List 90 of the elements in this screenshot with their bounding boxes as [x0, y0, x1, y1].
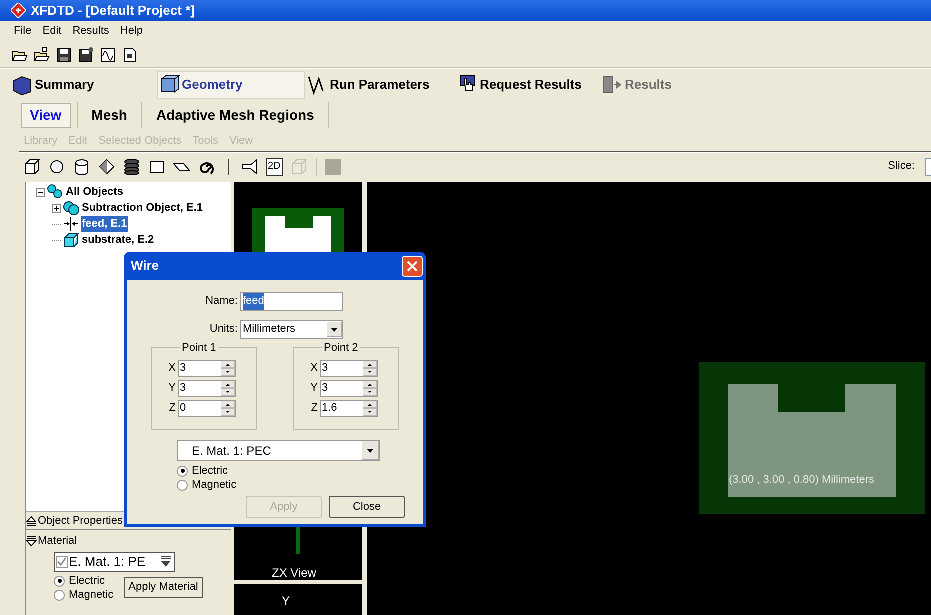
axis-label: Y [310, 381, 319, 396]
cube-icon [63, 232, 79, 248]
menu-item[interactable]: Help [120, 23, 144, 40]
spin-field[interactable]: 3 [178, 380, 236, 397]
spin-field[interactable]: 3 [178, 360, 236, 377]
main-tab[interactable]: Geometry [157, 70, 305, 98]
waveform-icon[interactable] [100, 46, 116, 62]
view-label: ZX View [272, 565, 316, 582]
coordinate-readout: (3.00 , 3.00 , 0.80) Millimeters [729, 473, 875, 488]
material-dropdown[interactable]: E. Mat. 1: PE [54, 552, 175, 572]
sub-tab[interactable]: Adaptive Mesh Regions [148, 102, 322, 128]
spin-field[interactable]: 3 [320, 380, 378, 397]
document-icon[interactable] [122, 46, 138, 62]
checkbox[interactable] [56, 556, 68, 568]
spinner-icon[interactable] [221, 381, 235, 396]
apply-material-button[interactable]: Apply Material [124, 577, 204, 598]
shapes-icon [63, 200, 79, 216]
sphere-icon[interactable] [48, 158, 66, 176]
hand-pointer-icon [458, 74, 478, 94]
slice-field[interactable] [925, 158, 931, 176]
slice-label: Slice: [888, 159, 915, 174]
collapse-toggle[interactable] [36, 188, 45, 196]
radio-label: Electric [69, 574, 106, 589]
cube-icon [160, 74, 180, 94]
collapse-up-icon[interactable] [26, 516, 37, 526]
main-tab[interactable]: Request Results [455, 70, 600, 98]
checkmark-icon [57, 557, 67, 567]
field-label: Units: [208, 322, 239, 338]
axis-label: Z [168, 401, 177, 416]
close-button[interactable] [402, 256, 423, 276]
spinner-icon[interactable] [221, 401, 235, 416]
tree-item[interactable]: feed, E.1 [81, 216, 128, 232]
save-icon[interactable] [56, 46, 72, 62]
radio-button[interactable] [54, 590, 65, 600]
plus-icon [53, 204, 60, 212]
main-tab[interactable]: Run Parameters [305, 70, 455, 98]
spinner-icon[interactable] [221, 361, 235, 376]
tree-item[interactable]: All Objects [65, 184, 124, 200]
spinner-icon[interactable] [363, 381, 377, 396]
axis-label: X [310, 361, 319, 376]
dropdown-arrow-icon [327, 322, 342, 337]
radio-button[interactable] [177, 466, 188, 476]
close-icon [407, 260, 418, 272]
axis-label: Z [310, 401, 319, 416]
color-swatch[interactable] [324, 158, 341, 174]
expand-toggle[interactable] [52, 204, 61, 212]
dialog-button[interactable]: Close [329, 496, 405, 518]
section-header[interactable]: Object Properties [38, 512, 123, 530]
app-icon [11, 3, 26, 18]
cylinder-icon[interactable] [73, 158, 91, 176]
dialog-title: Wire [131, 257, 160, 276]
dropdown-arrow-icon [362, 441, 379, 460]
spin-field[interactable]: 1.6 [320, 400, 378, 417]
view-2d-button[interactable]: 2D [266, 158, 283, 176]
expand-down-icon[interactable] [26, 536, 37, 546]
axis-label: X [168, 361, 177, 376]
coil-icon[interactable] [123, 158, 141, 176]
menu-item[interactable]: Results [72, 23, 110, 40]
units-dropdown[interactable]: Millimeters [240, 320, 343, 339]
menu-item[interactable]: Edit [42, 23, 62, 40]
tree-item[interactable]: Subtraction Object, E.1 [81, 200, 204, 216]
spin-field[interactable]: 0 [178, 400, 236, 417]
sub-tab[interactable]: Mesh [84, 102, 136, 128]
tree-item[interactable]: substrate, E.2 [81, 232, 156, 248]
axis-label: Y [168, 381, 177, 396]
sub-tab[interactable]: View [21, 102, 71, 128]
wire-icon [63, 216, 79, 232]
spinner-icon[interactable] [363, 401, 377, 416]
radio-label: Magnetic [192, 478, 237, 493]
save-as-icon[interactable] [78, 46, 94, 62]
field-label: Name: [204, 294, 239, 310]
shapes-icon [47, 184, 63, 200]
radio-label: Electric [192, 464, 228, 479]
diamond-icon[interactable] [98, 158, 116, 176]
open-folder-icon[interactable] [34, 46, 50, 62]
section-header[interactable]: Material [38, 532, 78, 550]
main-tab[interactable]: Summary [10, 70, 157, 98]
arrow-icon [603, 74, 623, 94]
material-dropdown[interactable]: E. Mat. 1: PEC [177, 440, 380, 461]
radio-button[interactable] [54, 576, 65, 586]
radio-label: Magnetic [69, 588, 114, 603]
radio-button[interactable] [177, 480, 188, 490]
cube-icon[interactable] [23, 158, 41, 176]
spinner-icon[interactable] [363, 361, 377, 376]
menu-item[interactable]: File [14, 23, 32, 40]
axis-label: Y [282, 593, 290, 610]
window-title: XFDTD - [Default Project *] [31, 2, 195, 20]
port-icon[interactable] [241, 158, 259, 176]
name-field[interactable]: feed [240, 292, 343, 311]
spin-field[interactable]: 3 [320, 360, 378, 377]
